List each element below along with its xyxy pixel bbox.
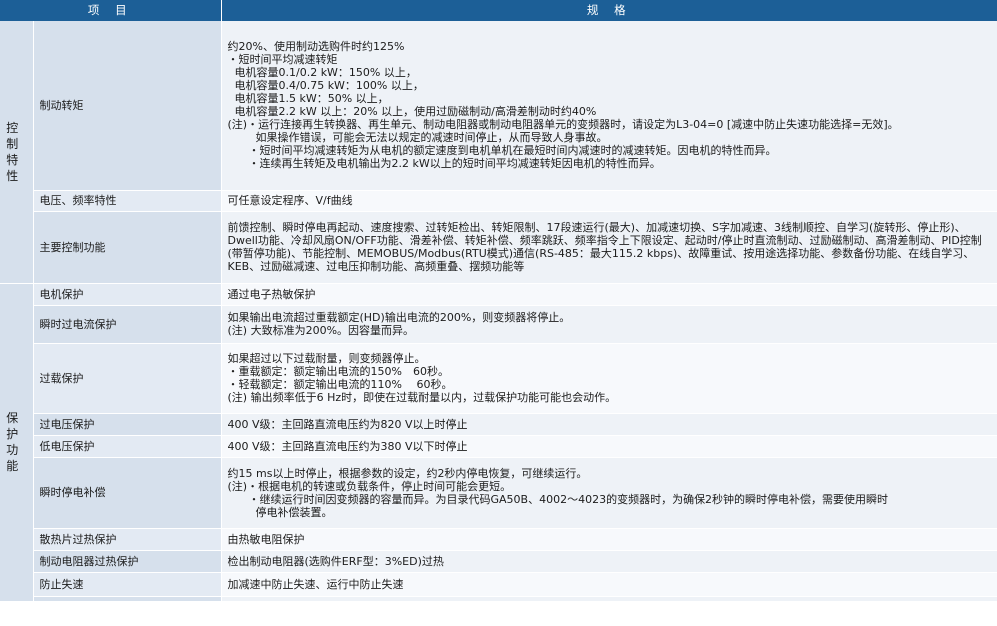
table-row: 瞬时停电补偿 约15 ms以上时停止，根据参数的设定，约2秒内停电恢复，可继续运… bbox=[0, 457, 997, 529]
item-label: 过电压保护 bbox=[33, 413, 222, 436]
item-label: 防止失速 bbox=[33, 572, 222, 597]
item-label: 制动转矩 bbox=[33, 21, 222, 191]
table-row: 散热片过热保护 由热敏电阻保护 bbox=[0, 528, 997, 551]
category-control: 控制特性 bbox=[0, 21, 34, 284]
item-spec: 检出制动电阻器(选购件ERF型：3%ED)过热 bbox=[221, 550, 997, 573]
table-row: 过载保护 如果超过以下过载耐量，则变频器停止。 ・重载额定：额定输出电流的150… bbox=[0, 343, 997, 414]
table-row: 低电压保护 400 V级：主回路直流电压约为380 V以下时停止 bbox=[0, 435, 997, 458]
item-spec: 400 V级：主回路直流电压约为820 V以上时停止 bbox=[221, 413, 997, 436]
table-row: 过电压保护 400 V级：主回路直流电压约为820 V以上时停止 bbox=[0, 413, 997, 436]
item-spec: 由热敏电阻保护 bbox=[221, 528, 997, 551]
item-spec: 约20%、使用制动选购件时约125% ・短时间平均减速转矩 电机容量0.1/0.… bbox=[221, 21, 997, 191]
table-row: 控制特性 制动转矩 约20%、使用制动选购件时约125% ・短时间平均减速转矩 … bbox=[0, 21, 997, 284]
category-protection: 保护功能 bbox=[0, 283, 34, 602]
item-label: 主要控制功能 bbox=[33, 211, 222, 284]
header-spec: 规 格 bbox=[221, 0, 997, 21]
header-item: 项 目 bbox=[0, 0, 222, 21]
item-spec: 如果超过以下过载耐量，则变频器停止。 ・重载额定：额定输出电流的150% 60秒… bbox=[221, 343, 997, 414]
item-label: 瞬时过电流保护 bbox=[33, 305, 222, 344]
table-row: 保护功能 电机保护 通过电子热敏保护 bbox=[0, 283, 997, 602]
item-label: 制动电阻器过热保护 bbox=[33, 550, 222, 573]
item-label: 散热片过热保护 bbox=[33, 528, 222, 551]
item-spec: 约15 ms以上时停止，根据参数的设定，约2秒内停电恢复，可继续运行。 (注)・… bbox=[221, 457, 997, 529]
table-row: 瞬时过电流保护 如果输出电流超过重载额定(HD)输出电流的200%，则变频器将停… bbox=[0, 305, 997, 344]
table-row: 制动电阻器过热保护 检出制动电阻器(选购件ERF型：3%ED)过热 bbox=[0, 550, 997, 573]
item-spec: 前馈控制、瞬时停电再起动、速度搜索、过转矩检出、转矩限制、17段速运行(最大)、… bbox=[221, 211, 997, 284]
item-spec: 如果输出电流超过重载额定(HD)输出电流的200%，则变频器将停止。 (注) 大… bbox=[221, 305, 997, 344]
item-spec: 加减速中防止失速、运行中防止失速 bbox=[221, 572, 997, 597]
spec-table: 项 目 规 格 控制特性 制动转矩 约20%、使用制动选购件时约125% ・短时… bbox=[0, 0, 997, 602]
item-label: 瞬时停电补偿 bbox=[33, 457, 222, 529]
item-label: 电机保护 bbox=[33, 283, 222, 306]
table-row-cut bbox=[0, 596, 997, 602]
item-label: 电压、频率特性 bbox=[33, 190, 222, 212]
item-spec: 400 V级：主回路直流电压约为380 V以下时停止 bbox=[221, 435, 997, 458]
table-row: 电压、频率特性 可任意设定程序、V/f曲线 bbox=[0, 190, 997, 212]
item-spec: 通过电子热敏保护 bbox=[221, 283, 997, 306]
table-row: 主要控制功能 前馈控制、瞬时停电再起动、速度搜索、过转矩检出、转矩限制、17段速… bbox=[0, 211, 997, 284]
item-spec: 可任意设定程序、V/f曲线 bbox=[221, 190, 997, 212]
table-row: 防止失速 加减速中防止失速、运行中防止失速 bbox=[0, 572, 997, 597]
table-header: 项 目 规 格 bbox=[0, 0, 997, 21]
item-label: 过载保护 bbox=[33, 343, 222, 414]
item-label: 低电压保护 bbox=[33, 435, 222, 458]
